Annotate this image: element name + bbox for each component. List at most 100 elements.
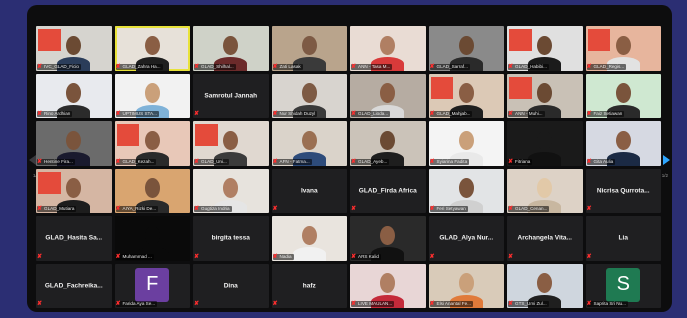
avatar: F [135, 267, 170, 302]
participant-tile[interactable]: GLAD_Ayeb... ✘ [350, 121, 426, 166]
muted-mic-icon: ✘ [194, 63, 200, 70]
participant-tile[interactable]: Hentine Fira... ✘ [36, 121, 112, 166]
participant-name: Nicrisa Qurrota... [596, 187, 650, 195]
participant-label: Saprita Sri Nu... [586, 301, 628, 307]
muted-mic-icon: ✘ [429, 111, 435, 117]
participant-tile[interactable]: GLAD_Hasita Sa... ✘ [36, 216, 112, 261]
participant-tile[interactable]: Faiz Setiawan ✘ [585, 73, 661, 118]
participant-tile[interactable]: birgita tessa ✘ [193, 216, 269, 261]
muted-mic-icon: ✘ [351, 111, 357, 117]
participant-tile[interactable]: GLAD_Habibi... ✘ [507, 26, 583, 71]
participant-tile[interactable]: Zati Lasak ✘ [271, 26, 347, 71]
muted-mic-icon: ✘ [37, 253, 43, 260]
background-banner [587, 29, 611, 52]
participant-tile[interactable]: Nicrisa Qurrota... ✘ [585, 168, 661, 213]
muted-mic-icon: ✘ [508, 301, 514, 307]
participant-tile[interactable]: Nur Shidah Duzyl ✘ [271, 73, 347, 118]
participant-name: GLAD_Hasita Sa... [45, 234, 103, 242]
participant-body [292, 247, 326, 261]
participant-tile[interactable]: GLAD_Mahjab... ✘ [428, 73, 504, 118]
participant-tile[interactable]: UPTIMUS STA... ✘ [114, 73, 190, 118]
participant-label: UPTIMUS STA... [115, 111, 159, 117]
participant-tile[interactable]: Lia ✘ [585, 216, 661, 261]
participant-tile[interactable]: GLAD_Firda Africa ✘ [350, 168, 426, 213]
participant-tile[interactable]: Feri Setyawan ✘ [428, 168, 504, 213]
participant-tile[interactable]: Samrotul Jannah ✘ [193, 73, 269, 118]
participant-tile[interactable]: Syiarina Fadita ✘ [428, 121, 504, 166]
background-banner [38, 29, 61, 52]
participant-face [537, 178, 553, 198]
muted-mic-icon: ✘ [508, 206, 514, 212]
muted-mic-icon: ✘ [37, 111, 43, 117]
participant-name: Archangela Vita... [517, 234, 572, 242]
muted-mic-icon: ✘ [508, 158, 514, 165]
participant-face [537, 273, 553, 293]
participant-tile[interactable]: GLAD_Sarraf... ✘ [428, 26, 504, 71]
participant-tile[interactable]: F Farida Aya Se... ✘ [114, 263, 190, 308]
previous-page-arrow-icon[interactable] [29, 155, 36, 165]
muted-mic-icon: ✘ [272, 206, 278, 212]
participant-tile[interactable]: Fitriana ✘ [507, 121, 583, 166]
participant-tile[interactable]: GLAD_Lioda... ✘ [350, 73, 426, 118]
background-banner [38, 171, 61, 194]
muted-mic-icon: ✘ [586, 158, 592, 165]
participant-tile[interactable]: GLAD_Shilhal... ✘ [193, 26, 269, 71]
participant-face [380, 273, 396, 293]
participant-face [66, 35, 82, 56]
next-page-arrow-icon[interactable] [663, 155, 670, 165]
muted-mic-icon: ✘ [351, 206, 357, 212]
background-banner [195, 124, 218, 147]
muted-mic-icon: ✘ [272, 158, 278, 165]
background-banner [509, 76, 532, 99]
participant-tile[interactable]: ARS Kalid ✘ [350, 216, 426, 261]
participant-tile[interactable]: AFN - Fatma... ✘ [271, 121, 347, 166]
muted-mic-icon: ✘ [586, 253, 592, 260]
participant-face [301, 130, 317, 151]
muted-mic-icon: ✘ [194, 253, 200, 260]
participant-face [380, 130, 396, 151]
muted-mic-icon: ✘ [272, 301, 278, 307]
participant-tile[interactable]: Elsi Anantal Fe... ✘ [428, 263, 504, 308]
muted-mic-icon: ✘ [272, 63, 278, 70]
participant-tile[interactable]: GLAD_Alya Nur... ✘ [428, 216, 504, 261]
participant-tile[interactable]: Archangela Vita... ✘ [507, 216, 583, 261]
participant-tile[interactable]: Muhammad ... ✘ [114, 216, 190, 261]
participant-body [528, 152, 562, 166]
participant-face [223, 178, 239, 198]
participant-face [144, 35, 160, 56]
participant-face [301, 35, 317, 56]
participant-tile[interactable]: Gita Aulia ✘ [585, 121, 661, 166]
participant-tile[interactable]: AIYA_Rizki De... ✘ [114, 168, 190, 213]
participant-tile[interactable]: GLAD_Zahra Ha... ✘ [114, 26, 190, 71]
participant-label: Farida Aya Se... [115, 301, 158, 307]
participant-tile[interactable]: Nadia ✘ [271, 216, 347, 261]
muted-mic-icon: ✘ [351, 158, 357, 165]
participant-label: AIYA_Rizki De... [115, 206, 159, 212]
participant-tile[interactable]: Ivana ✘ [271, 168, 347, 213]
participant-tile[interactable]: GLAD_Mutiara ✘ [36, 168, 112, 213]
participant-tile[interactable]: ANN - Tasa M... ✘ [350, 26, 426, 71]
participant-tile[interactable]: GTS_Umi Zul... ✘ [507, 263, 583, 308]
participant-label: GLAD_Sarraf... [429, 63, 470, 70]
background-banner [430, 76, 454, 99]
participant-tile[interactable]: LIVE MAULAN... ✘ [350, 263, 426, 308]
participant-tile[interactable]: GLAD_Cenan... ✘ [507, 168, 583, 213]
participant-tile[interactable]: S Saprita Sri Nu... ✘ [585, 263, 661, 308]
participant-tile[interactable]: GLAD_Kezah... ✘ [114, 121, 190, 166]
participant-tile[interactable]: GLAD_Fachreika... ✘ [36, 263, 112, 308]
participant-tile[interactable]: IVC_GLAD_Ficio ✘ [36, 26, 112, 71]
participant-label: GLAD_Zahra Ha... [115, 63, 163, 70]
participant-tile[interactable]: ANN - Muhi... ✘ [507, 73, 583, 118]
participant-label: Nur Shidah Duzyl [272, 111, 318, 117]
participant-tile[interactable]: hafz ✘ [271, 263, 347, 308]
participant-tile[interactable]: Dina ✘ [193, 263, 269, 308]
participant-tile[interactable]: GLAD_Uni... ✘ [193, 121, 269, 166]
muted-mic-icon: ✘ [429, 253, 435, 260]
participant-tile[interactable]: Gugtiza Indria ✘ [193, 168, 269, 213]
participant-tile[interactable]: GLAD_Regis... ✘ [585, 26, 661, 71]
muted-mic-icon: ✘ [37, 158, 43, 165]
participant-face [66, 83, 82, 103]
participant-label: GLAD_Shilhal... [194, 63, 236, 70]
participant-tile[interactable]: Rino Ardhian ✘ [36, 73, 112, 118]
participant-face [458, 273, 474, 293]
